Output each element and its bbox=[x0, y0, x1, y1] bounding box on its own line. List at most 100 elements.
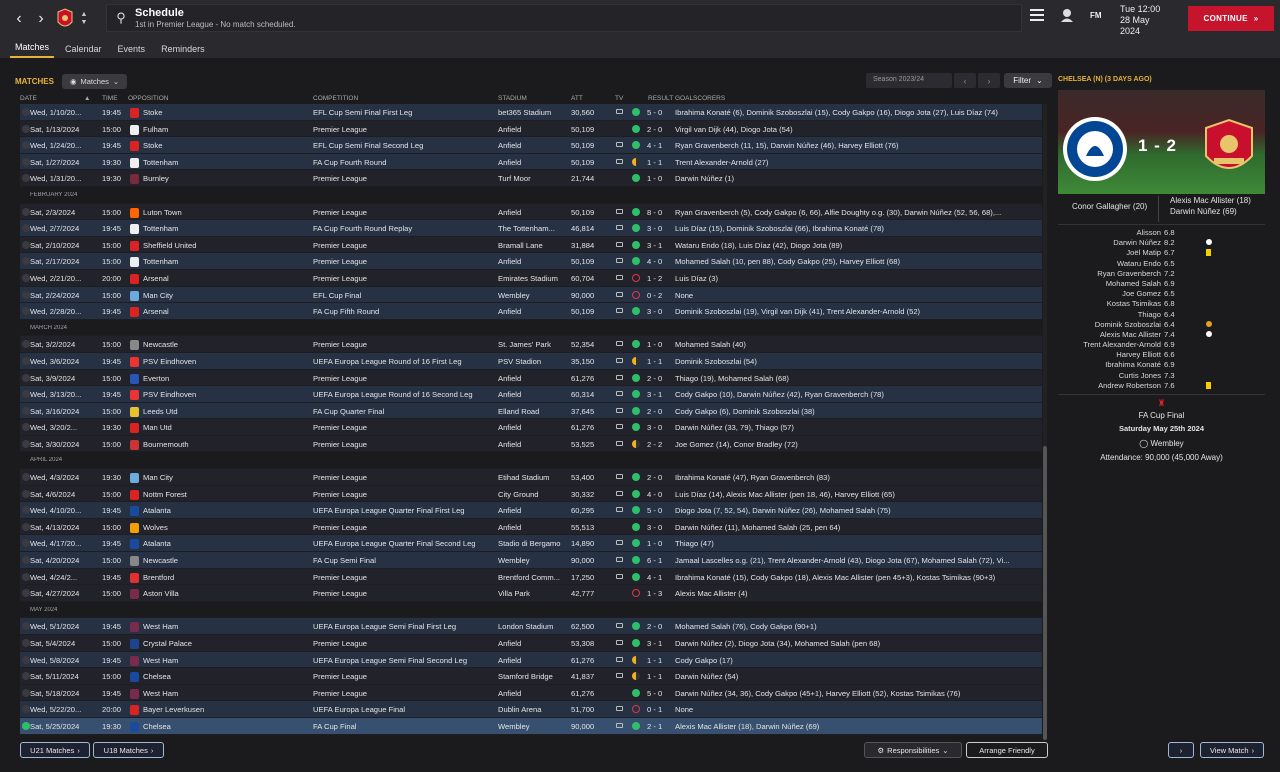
competition-name[interactable]: Premier League bbox=[313, 423, 495, 432]
opponent-name[interactable]: Man Utd bbox=[143, 423, 308, 432]
u21-matches-button[interactable]: U21 Matches › bbox=[20, 742, 90, 758]
opponent-name[interactable]: Luton Town bbox=[143, 208, 308, 217]
competition-name[interactable]: Premier League bbox=[313, 125, 495, 134]
continue-button[interactable]: CONTINUE » bbox=[1188, 6, 1274, 31]
stadium-name[interactable]: Elland Road bbox=[498, 407, 568, 416]
opponent-name[interactable]: Burnley bbox=[143, 174, 308, 183]
table-row[interactable]: Wed, 1/24/20... 19:45 Stoke EFL Cup Semi Fi… bbox=[20, 137, 1042, 154]
tab-matches[interactable]: Matches bbox=[10, 42, 55, 58]
forward-arrow-icon[interactable]: › bbox=[30, 8, 52, 30]
competition-name[interactable]: Premier League bbox=[313, 174, 495, 183]
competition-name[interactable]: UEFA Europa League Round of 16 Second Le… bbox=[313, 390, 495, 399]
competition-name[interactable]: Premier League bbox=[313, 340, 495, 349]
competition-name[interactable]: Premier League bbox=[313, 208, 495, 217]
opponent-name[interactable]: Tottenham bbox=[143, 224, 308, 233]
player-rating-row[interactable]: Curtis Jones 7.3 bbox=[1058, 371, 1265, 381]
opponent-name[interactable]: Atalanta bbox=[143, 506, 308, 515]
stadium-name[interactable]: Anfield bbox=[498, 523, 568, 532]
opponent-name[interactable]: Tottenham bbox=[143, 257, 308, 266]
table-row[interactable]: Sat, 3/2/2024 15:00 Newcastle Premier Leagu… bbox=[20, 336, 1042, 353]
match-banner[interactable]: 1 - 2 bbox=[1058, 90, 1265, 194]
table-row[interactable]: Wed, 5/1/2024 19:45 West Ham UEFA Europa Le… bbox=[20, 618, 1042, 635]
table-row[interactable]: Sat, 5/18/2024 19:45 West Ham Premier Leagu… bbox=[20, 684, 1042, 702]
scrollbar-thumb[interactable] bbox=[1043, 446, 1047, 740]
tab-reminders[interactable]: Reminders bbox=[156, 44, 210, 58]
table-row[interactable]: Sat, 4/20/2024 15:00 Newcastle FA Cup Semi … bbox=[20, 552, 1042, 569]
stadium-name[interactable]: Etihad Stadium bbox=[498, 473, 568, 482]
opponent-name[interactable]: Arsenal bbox=[143, 307, 308, 316]
opponent-name[interactable]: Chelsea bbox=[143, 672, 308, 681]
competition-name[interactable]: FA Cup Quarter Final bbox=[313, 407, 495, 416]
competition-name[interactable]: Premier League bbox=[313, 589, 495, 598]
competition-name[interactable]: UEFA Europa League Semi Final Second Leg bbox=[313, 656, 495, 665]
competition-name[interactable]: Premier League bbox=[313, 639, 495, 648]
opponent-name[interactable]: Man City bbox=[143, 473, 308, 482]
opponent-name[interactable]: Wolves bbox=[143, 523, 308, 532]
col-competition[interactable]: COMPETITION bbox=[313, 95, 358, 102]
table-row[interactable]: Sat, 2/3/2024 15:00 Luton Town Premier Leag… bbox=[20, 203, 1042, 221]
competition-name[interactable]: Premier League bbox=[313, 440, 495, 449]
opponent-name[interactable]: Newcastle bbox=[143, 556, 308, 565]
competition-name[interactable]: Premier League bbox=[313, 672, 495, 681]
table-row[interactable]: Sat, 1/27/2024 19:30 Tottenham FA Cup Fourt… bbox=[20, 153, 1042, 171]
table-row[interactable]: Wed, 4/24/2... 19:45 Brentford Premier Leag… bbox=[20, 568, 1042, 586]
table-row[interactable]: Sat, 1/13/2024 15:00 Fulham Premier League A… bbox=[20, 120, 1042, 138]
opponent-name[interactable]: Fulham bbox=[143, 125, 308, 134]
filter-button[interactable]: Filter ⌄ bbox=[1004, 73, 1052, 88]
player-rating-row[interactable]: Alexis Mac Allister 7.4 bbox=[1058, 330, 1265, 340]
table-row[interactable]: Sat, 4/13/2024 15:00 Wolves Premier League A… bbox=[20, 518, 1042, 536]
col-date[interactable]: DATE bbox=[20, 95, 37, 102]
opponent-name[interactable]: Stoke bbox=[143, 108, 308, 117]
competition-name[interactable]: Premier League bbox=[313, 274, 495, 283]
competition-name[interactable]: UEFA Europa League Semi Final First Leg bbox=[313, 622, 495, 631]
competition-name[interactable]: Premier League bbox=[313, 573, 495, 582]
stadium-name[interactable]: bet365 Stadium bbox=[498, 108, 568, 117]
table-row[interactable]: Sat, 4/27/2024 15:00 Aston Villa Premier Le… bbox=[20, 585, 1042, 602]
stadium-name[interactable]: Anfield bbox=[498, 307, 568, 316]
opponent-name[interactable]: West Ham bbox=[143, 622, 308, 631]
table-row[interactable]: Sat, 5/4/2024 15:00 Crystal Palace Premier … bbox=[20, 635, 1042, 652]
competition-name[interactable]: Premier League bbox=[313, 257, 495, 266]
stadium-name[interactable]: Anfield bbox=[498, 257, 568, 266]
stadium-name[interactable]: Anfield bbox=[498, 208, 568, 217]
player-rating-row[interactable]: Harvey Elliott 6.6 bbox=[1058, 350, 1265, 360]
table-row[interactable]: Wed, 3/13/20... 19:45 PSV Eindhoven UEFA Eu… bbox=[20, 386, 1042, 403]
opponent-name[interactable]: Nottm Forest bbox=[143, 490, 308, 499]
table-row[interactable]: Wed, 1/31/20... 19:30 Burnley Premier Leagu… bbox=[20, 170, 1042, 187]
fm-logo[interactable]: FM bbox=[1090, 11, 1102, 20]
player-rating-row[interactable]: Wataru Endo 6.5 bbox=[1058, 259, 1265, 269]
table-row[interactable]: Sat, 3/30/2024 15:00 Bournemouth Premier Le… bbox=[20, 435, 1042, 453]
table-row[interactable]: Wed, 2/28/20... 19:45 Arsenal FA Cup Fifth … bbox=[20, 303, 1042, 320]
view-match-button[interactable]: View Match › bbox=[1200, 742, 1264, 758]
competition-name[interactable]: EFL Cup Semi Final First Leg bbox=[313, 108, 495, 117]
opponent-name[interactable]: Everton bbox=[143, 374, 308, 383]
col-goalscorers[interactable]: GOALSCORERS bbox=[675, 95, 725, 102]
col-tv[interactable]: TV bbox=[615, 95, 623, 102]
table-row[interactable]: Sat, 5/25/2024 19:30 Chelsea FA Cup Final We… bbox=[20, 717, 1042, 735]
player-rating-row[interactable]: Trent Alexander-Arnold 6.9 bbox=[1058, 340, 1265, 350]
search-bar[interactable]: ⚲ Schedule 1st in Premier League - No ma… bbox=[106, 4, 1022, 32]
opponent-name[interactable]: Leeds Utd bbox=[143, 407, 308, 416]
competition-name[interactable]: FA Cup Fourth Round Replay bbox=[313, 224, 495, 233]
competition-name[interactable]: EFL Cup Semi Final Second Leg bbox=[313, 141, 495, 150]
competition-name[interactable]: Premier League bbox=[313, 374, 495, 383]
stadium-name[interactable]: Anfield bbox=[498, 158, 568, 167]
competition-name[interactable]: UEFA Europa League Quarter Final First L… bbox=[313, 506, 495, 515]
competition-name[interactable]: UEFA Europa League Final bbox=[313, 705, 495, 714]
opponent-name[interactable]: Stoke bbox=[143, 141, 308, 150]
stadium-name[interactable]: Brentford Comm... bbox=[498, 573, 568, 582]
stadium-name[interactable]: Anfield bbox=[498, 141, 568, 150]
table-row[interactable]: Wed, 5/22/20... 20:00 Bayer Leverkusen UEFA… bbox=[20, 701, 1042, 718]
stadium-name[interactable]: Wembley bbox=[498, 722, 568, 731]
player-rating-row[interactable]: Joël Matip 6.7 bbox=[1058, 248, 1265, 258]
stadium-name[interactable]: Anfield bbox=[498, 423, 568, 432]
stadium-name[interactable]: Wembley bbox=[498, 556, 568, 565]
stadium-name[interactable]: PSV Stadion bbox=[498, 357, 568, 366]
stadium-name[interactable]: Emirates Stadium bbox=[498, 274, 568, 283]
table-row[interactable]: Sat, 3/16/2024 15:00 Leeds Utd FA Cup Quart… bbox=[20, 402, 1042, 420]
table-row[interactable]: Sat, 2/17/2024 15:00 Tottenham Premier Leag… bbox=[20, 253, 1042, 270]
table-row[interactable]: Wed, 4/3/2024 19:30 Man City Premier League… bbox=[20, 469, 1042, 486]
player-rating-row[interactable]: Kostas Tsimikas 6.8 bbox=[1058, 299, 1265, 309]
stadium-name[interactable]: The Tottenham... bbox=[498, 224, 568, 233]
tab-calendar[interactable]: Calendar bbox=[60, 44, 107, 58]
